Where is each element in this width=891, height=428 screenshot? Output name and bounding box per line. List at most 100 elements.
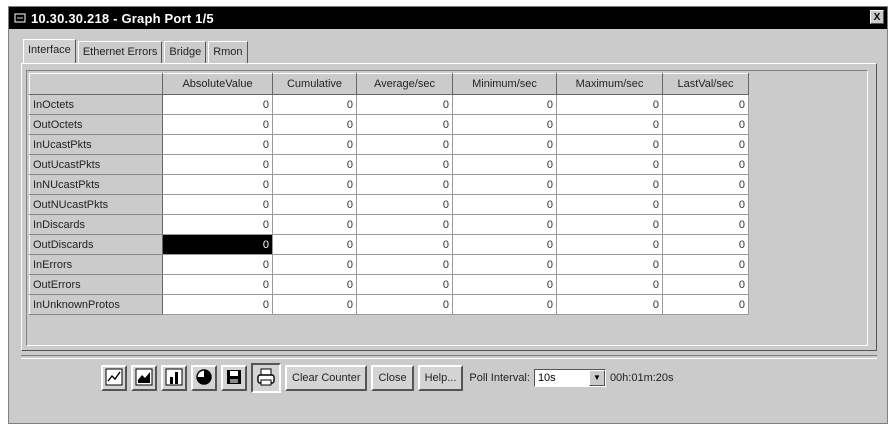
table-cell[interactable]: 0 [556, 234, 663, 255]
title-bar[interactable]: 10.30.30.218 - Graph Port 1/5 X [9, 7, 887, 29]
clear-counter-button[interactable]: Clear Counter [285, 365, 368, 391]
save-button[interactable] [221, 365, 247, 391]
table-cell[interactable]: 0 [162, 134, 273, 155]
table-cell[interactable]: 0 [556, 194, 663, 215]
table-cell[interactable]: 0 [556, 174, 663, 195]
tab-rmon[interactable]: Rmon [208, 41, 248, 63]
table-cell[interactable]: 0 [356, 294, 453, 315]
table-cell[interactable]: 0 [272, 254, 357, 275]
table-cell[interactable]: 0 [272, 294, 357, 315]
table-cell[interactable]: 0 [452, 274, 557, 295]
table-row[interactable]: InNUcastPkts 0 0 0 0 0 0 [29, 174, 749, 195]
line-graph-button[interactable] [101, 365, 127, 391]
table-cell[interactable]: 0 [356, 194, 453, 215]
table-cell[interactable]: 0 [272, 154, 357, 175]
table-cell[interactable]: 0 [452, 254, 557, 275]
table-cell[interactable]: 0 [662, 294, 749, 315]
table-cell[interactable]: 0 [162, 154, 273, 175]
row-header[interactable]: OutUcastPkts [29, 154, 163, 175]
row-header[interactable]: InDiscards [29, 214, 163, 235]
chevron-down-icon[interactable]: ▼ [588, 370, 605, 386]
help-button[interactable]: Help... [417, 365, 464, 391]
table-cell[interactable]: 0 [162, 294, 273, 315]
close-button[interactable]: Close [371, 365, 414, 391]
table-cell[interactable]: 0 [356, 254, 453, 275]
bar-graph-button[interactable] [161, 365, 187, 391]
table-cell[interactable]: 0 [356, 214, 453, 235]
table-cell[interactable]: 0 [272, 174, 357, 195]
table-row[interactable]: OutUcastPkts 0 0 0 0 0 0 [29, 154, 749, 175]
table-cell[interactable]: 0 [662, 114, 749, 135]
table-row[interactable]: InErrors 0 0 0 0 0 0 [29, 254, 749, 275]
table-cell[interactable]: 0 [272, 114, 357, 135]
table-cell[interactable]: 0 [662, 154, 749, 175]
table-cell[interactable]: 0 [662, 214, 749, 235]
tab-ethernet-errors[interactable]: Ethernet Errors [77, 41, 163, 63]
pie-chart-button[interactable] [191, 365, 217, 391]
tab-interface[interactable]: Interface [23, 39, 76, 63]
table-cell[interactable]: 0 [556, 154, 663, 175]
print-button[interactable] [251, 363, 281, 393]
table-cell[interactable]: 0 [452, 194, 557, 215]
table-cell[interactable]: 0 [356, 234, 453, 255]
row-header[interactable]: InOctets [29, 94, 163, 115]
table-row[interactable]: OutDiscards 0 0 0 0 0 0 [29, 234, 749, 255]
table-cell[interactable]: 0 [452, 234, 557, 255]
table-row[interactable]: InOctets 0 0 0 0 0 0 [29, 94, 749, 115]
table-row[interactable]: OutErrors 0 0 0 0 0 0 [29, 274, 749, 295]
table-cell[interactable]: 0 [452, 114, 557, 135]
table-cell[interactable]: 0 [272, 274, 357, 295]
table-cell[interactable]: 0 [356, 154, 453, 175]
table-cell[interactable]: 0 [662, 94, 749, 115]
table-cell[interactable]: 0 [452, 94, 557, 115]
table-cell[interactable]: 0 [162, 274, 273, 295]
table-cell[interactable]: 0 [452, 214, 557, 235]
table-cell[interactable]: 0 [556, 294, 663, 315]
poll-interval-select[interactable]: 10s ▼ [533, 369, 606, 387]
table-cell[interactable]: 0 [162, 94, 273, 115]
table-row[interactable]: InUcastPkts 0 0 0 0 0 0 [29, 134, 749, 155]
table-cell[interactable]: 0 [556, 214, 663, 235]
area-graph-button[interactable] [131, 365, 157, 391]
table-row[interactable]: InDiscards 0 0 0 0 0 0 [29, 214, 749, 235]
table-cell[interactable]: 0 [162, 234, 273, 255]
table-cell[interactable]: 0 [272, 234, 357, 255]
row-header[interactable]: InNUcastPkts [29, 174, 163, 195]
column-header-maximum-sec[interactable]: Maximum/sec [556, 73, 663, 95]
row-header[interactable]: OutNUcastPkts [29, 194, 163, 215]
table-cell[interactable]: 0 [556, 94, 663, 115]
column-header-minimum-sec[interactable]: Minimum/sec [452, 73, 557, 95]
table-cell[interactable]: 0 [162, 214, 273, 235]
table-cell[interactable]: 0 [662, 194, 749, 215]
column-header-lastval-sec[interactable]: LastVal/sec [662, 73, 749, 95]
table-cell[interactable]: 0 [356, 174, 453, 195]
tab-bridge[interactable]: Bridge [164, 41, 207, 63]
table-cell[interactable]: 0 [452, 174, 557, 195]
table-cell[interactable]: 0 [662, 134, 749, 155]
row-header[interactable]: OutDiscards [29, 234, 163, 255]
table-cell[interactable]: 0 [162, 114, 273, 135]
table-cell[interactable]: 0 [662, 274, 749, 295]
row-header[interactable]: InUnknownProtos [29, 294, 163, 315]
table-cell[interactable]: 0 [272, 214, 357, 235]
table-cell[interactable]: 0 [162, 254, 273, 275]
table-cell[interactable]: 0 [556, 274, 663, 295]
table-cell[interactable]: 0 [162, 194, 273, 215]
table-cell[interactable]: 0 [662, 254, 749, 275]
table-cell[interactable]: 0 [662, 174, 749, 195]
table-cell[interactable]: 0 [556, 114, 663, 135]
close-window-button[interactable]: X [870, 10, 884, 24]
row-header[interactable]: OutOctets [29, 114, 163, 135]
table-cell[interactable]: 0 [272, 194, 357, 215]
table-cell[interactable]: 0 [272, 134, 357, 155]
table-cell[interactable]: 0 [356, 94, 453, 115]
table-cell[interactable]: 0 [356, 274, 453, 295]
table-cell[interactable]: 0 [452, 154, 557, 175]
column-header-absolute-value[interactable]: AbsoluteValue [162, 73, 273, 95]
table-cell[interactable]: 0 [272, 94, 357, 115]
column-header-average-sec[interactable]: Average/sec [356, 73, 453, 95]
table-cell[interactable]: 0 [556, 134, 663, 155]
table-cell[interactable]: 0 [162, 174, 273, 195]
table-cell[interactable]: 0 [356, 134, 453, 155]
table-row[interactable]: OutOctets 0 0 0 0 0 0 [29, 114, 749, 135]
